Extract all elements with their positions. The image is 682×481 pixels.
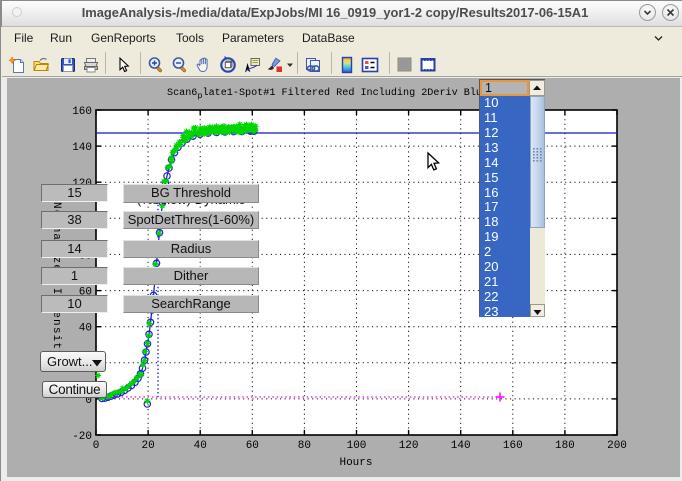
svg-text:Scan6plate1-Spot#1 Filtered Re: Scan6plate1-Spot#1 Filtered Red Includin… (167, 87, 512, 101)
svg-text:Hours: Hours (339, 457, 372, 469)
svg-text:180: 180 (555, 440, 575, 452)
svg-text:0: 0 (93, 440, 100, 452)
svg-text:-20: -20 (72, 431, 92, 443)
svg-text:120: 120 (399, 440, 419, 452)
svg-text:160: 160 (72, 106, 92, 118)
svg-text:160: 160 (503, 440, 523, 452)
svg-text:200: 200 (607, 440, 627, 452)
svg-text:40: 40 (194, 440, 207, 452)
svg-text:60: 60 (246, 440, 259, 452)
svg-text:20: 20 (141, 440, 154, 452)
svg-text:140: 140 (72, 142, 92, 154)
svg-text:80: 80 (298, 440, 311, 452)
svg-text:140: 140 (451, 440, 471, 452)
svg-text:40: 40 (79, 323, 92, 335)
svg-text:100: 100 (347, 440, 367, 452)
